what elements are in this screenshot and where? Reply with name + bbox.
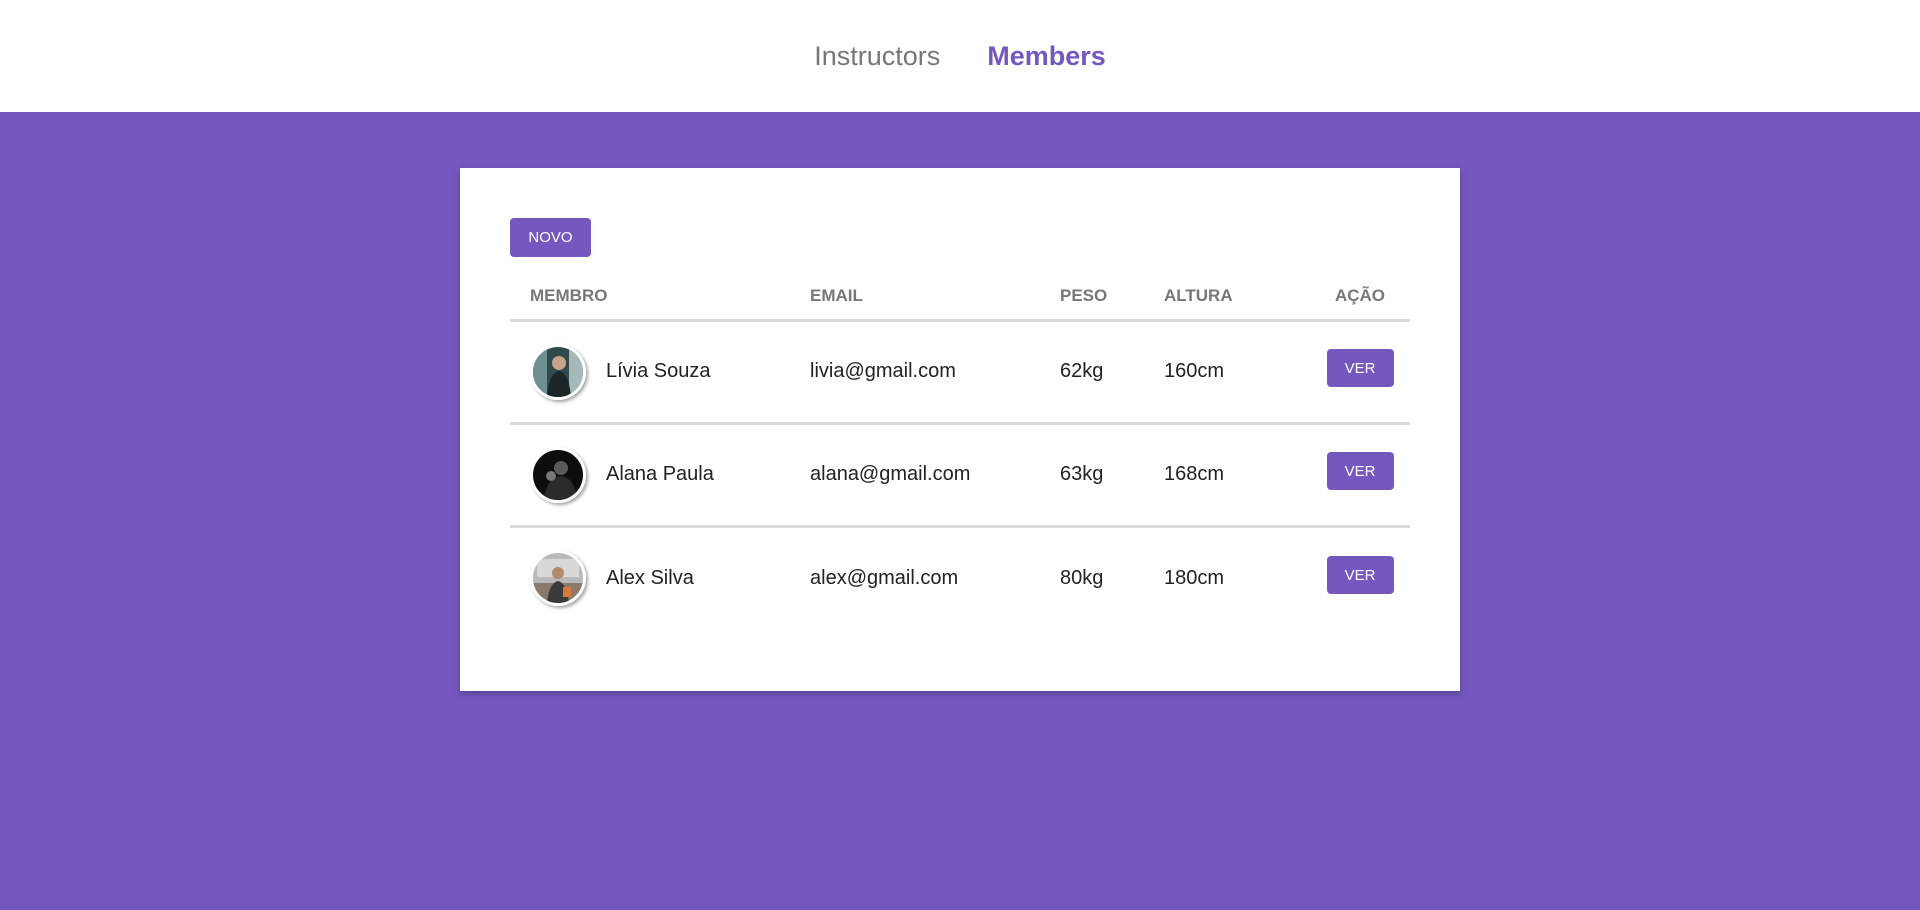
member-weight: 63kg (1060, 423, 1164, 528)
table-row: Alex Silva alex@gmail.com 80kg 180cm VER (510, 526, 1410, 629)
column-header-action: AÇÃO (1310, 274, 1410, 322)
member-name: Lívia Souza (606, 360, 711, 382)
member-height: 168cm (1164, 423, 1310, 528)
member-weight: 80kg (1060, 566, 1104, 589)
table-row: Lívia Souza livia@gmail.com 62kg 160cm V… (510, 320, 1410, 425)
top-navigation: Instructors Members (0, 0, 1920, 112)
column-header-email: EMAIL (810, 274, 1060, 322)
table-header: MEMBRO EMAIL PESO ALTURA AÇÃO (510, 274, 1410, 322)
avatar (530, 446, 586, 503)
member-info: Alex Silva (530, 550, 810, 607)
member-email: alex@gmail.com (810, 566, 959, 589)
view-member-button[interactable]: VER (1326, 349, 1394, 388)
avatar-photo (533, 346, 583, 397)
member-info: Lívia Souza (530, 343, 810, 400)
member-cell: Lívia Souza (510, 320, 810, 425)
action-cell: VER (1310, 526, 1410, 629)
nav-link-instructors[interactable]: Instructors (814, 41, 940, 72)
members-card: NOVO MEMBRO EMAIL PESO ALTURA AÇÃO Lívia… (460, 168, 1460, 691)
member-email: alana@gmail.com (810, 423, 1060, 528)
avatar (530, 343, 586, 400)
table-row: Alana Paula alana@gmail.com 63kg 168cm V… (510, 423, 1410, 528)
member-height: 160cm (1164, 320, 1310, 425)
member-weight: 62kg (1060, 320, 1164, 425)
column-header-weight: PESO (1060, 274, 1164, 322)
view-member-button[interactable]: VER (1326, 452, 1394, 491)
member-cell: Alana Paula (510, 423, 810, 528)
avatar (530, 550, 586, 607)
avatar-photo (533, 449, 583, 500)
member-name: Alana Paula (606, 463, 714, 485)
nav-link-members[interactable]: Members (987, 41, 1106, 72)
avatar-photo (533, 553, 583, 604)
member-info: Alana Paula (530, 446, 810, 503)
new-member-button[interactable]: NOVO (510, 218, 591, 257)
action-cell: VER (1310, 320, 1410, 425)
table-body: Lívia Souza livia@gmail.com 62kg 160cm V… (510, 320, 1410, 629)
member-name: Alex Silva (606, 566, 694, 589)
members-table: MEMBRO EMAIL PESO ALTURA AÇÃO Lívia Souz… (510, 274, 1410, 629)
action-cell: VER (1310, 423, 1410, 528)
column-header-height: ALTURA (1164, 274, 1310, 322)
member-cell: Alex Silva (510, 526, 810, 629)
member-height: 180cm (1164, 566, 1225, 589)
column-header-member: MEMBRO (510, 274, 810, 322)
member-email: livia@gmail.com (810, 320, 1060, 425)
view-member-button[interactable]: VER (1326, 556, 1394, 594)
table-header-row: MEMBRO EMAIL PESO ALTURA AÇÃO (510, 274, 1410, 322)
